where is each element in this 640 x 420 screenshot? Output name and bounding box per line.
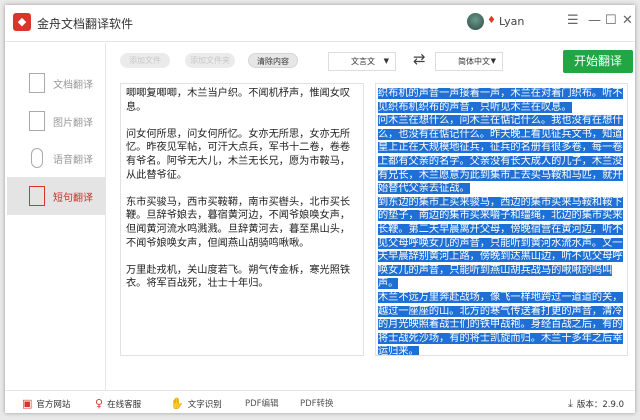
clear-button[interactable]: 清除内容 — [248, 53, 298, 68]
target-language-select[interactable]: 简体中文 ▼ — [435, 52, 503, 71]
source-language-select[interactable]: 文言文 ▼ — [328, 52, 396, 71]
download-icon: ⤓ — [568, 397, 573, 410]
source-text-area[interactable]: 唧唧复唧唧，木兰当户织。不闻机杼声，惟闻女叹息。 问女何所思，问女何所忆。女亦无… — [120, 83, 364, 356]
add-folder-button[interactable]: 添加文件夹 — [185, 53, 235, 68]
vip-icon: ♦ — [487, 15, 496, 26]
pdf-edit-link[interactable]: PDF编辑 — [245, 397, 279, 409]
ocr-link[interactable]: ✋ 文字识别 — [170, 397, 222, 410]
app-title: 金舟文档翻译软件 — [37, 17, 134, 31]
bottom-bar: ▣ 官方网站 ♀ 在线客服 ✋ 文字识别 PDF编辑 PDF转换 ⤓ 版本：2.9.0 — [5, 390, 635, 413]
username[interactable]: Lyan — [499, 15, 524, 28]
avatar[interactable] — [467, 13, 484, 30]
website-link[interactable]: ▣ 官方网站 — [22, 397, 70, 410]
sentence-icon — [29, 186, 45, 206]
person-icon: ♀ — [95, 397, 104, 410]
sidebar-item-image[interactable]: 图片翻译 — [7, 102, 105, 140]
swap-languages-icon[interactable]: ⇄ — [413, 50, 426, 68]
version-info[interactable]: ⤓ 版本：2.9.0 — [568, 397, 624, 411]
chevron-down-icon: ▼ — [490, 57, 496, 65]
start-translate-button[interactable]: 开始翻译 — [563, 50, 633, 73]
app-window: ◆ 金舟文档翻译软件 ♦ Lyan ☰ — ☐ ✕ 文档翻译 图片翻译 语音翻译… — [5, 5, 635, 413]
sidebar-item-sentence[interactable]: 短句翻译 — [7, 177, 105, 215]
sidebar-item-document[interactable]: 文档翻译 — [7, 64, 105, 102]
maximize-button[interactable]: ☐ — [605, 13, 617, 28]
pdf-convert-link[interactable]: PDF转换 — [300, 397, 334, 409]
document-icon — [29, 73, 45, 93]
add-file-button[interactable]: 添加文件 — [120, 53, 170, 68]
title-bar: ◆ 金舟文档翻译软件 ♦ Lyan ☰ — ☐ ✕ — [5, 5, 635, 42]
image-icon — [29, 111, 45, 131]
app-logo: ◆ — [13, 13, 31, 31]
sidebar: 文档翻译 图片翻译 语音翻译 短句翻译 — [5, 43, 106, 390]
result-text-area[interactable]: 织布机的声音一声接着一声，木兰在对着门织布。听不见织布机织布的声音，只听见木兰在… — [375, 83, 628, 356]
close-button[interactable]: ✕ — [622, 13, 633, 28]
support-link[interactable]: ♀ 在线客服 — [95, 397, 141, 410]
microphone-icon — [31, 148, 43, 168]
sidebar-item-voice[interactable]: 语音翻译 — [7, 139, 105, 177]
monitor-icon: ▣ — [22, 397, 33, 410]
minimize-button[interactable]: — — [588, 13, 601, 28]
menu-icon[interactable]: ☰ — [567, 13, 579, 28]
ocr-icon: ✋ — [170, 397, 184, 410]
chevron-down-icon: ▼ — [383, 57, 389, 65]
